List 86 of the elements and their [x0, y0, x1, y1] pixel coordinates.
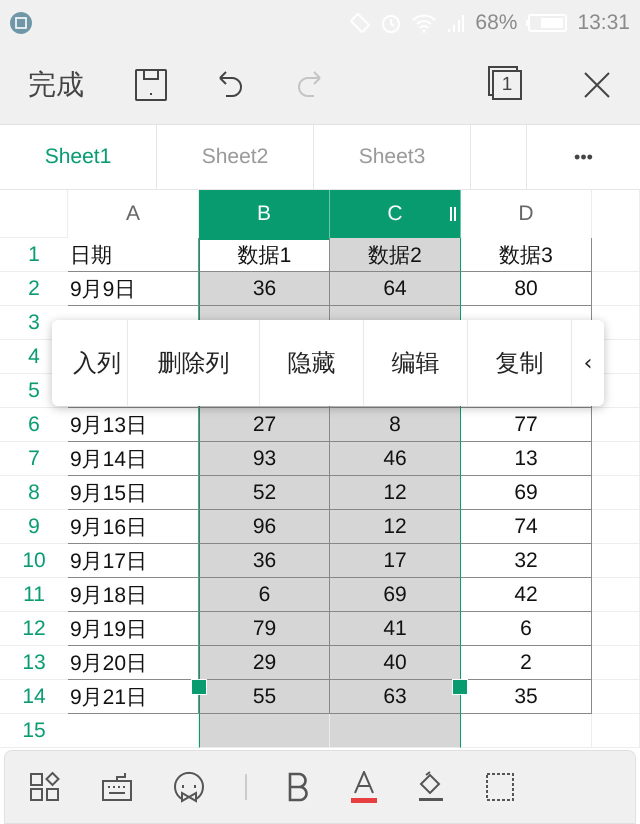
done-button[interactable]: 完成	[28, 66, 84, 104]
menu-item[interactable]: 复制	[468, 320, 572, 406]
table-cell: 74	[461, 510, 592, 544]
table-cell: 36	[199, 544, 330, 578]
table-cell	[592, 408, 640, 442]
save-icon[interactable]	[134, 68, 168, 102]
column-header[interactable]: B	[199, 190, 330, 238]
table-cell: 69	[461, 476, 592, 510]
more-button[interactable]: •••	[527, 125, 640, 189]
row-number[interactable]: 2	[0, 272, 68, 306]
table-cell: 29	[199, 646, 330, 680]
corner-cell[interactable]	[0, 190, 68, 238]
table-cell: 64	[330, 272, 461, 306]
table-cell: 63	[330, 680, 461, 714]
table-cell	[592, 612, 640, 646]
menu-item[interactable]: 删除列	[128, 320, 260, 406]
menu-item[interactable]: 入列	[52, 320, 128, 406]
close-icon[interactable]	[582, 70, 612, 100]
row-number[interactable]: 10	[0, 544, 68, 578]
table-cell: 17	[330, 544, 461, 578]
table-cell: 41	[330, 612, 461, 646]
apps-icon[interactable]	[29, 771, 61, 803]
table-cell: 69	[330, 578, 461, 612]
table-cell: 40	[330, 646, 461, 680]
table-cell	[592, 578, 640, 612]
table-cell: 32	[461, 544, 592, 578]
table-cell	[592, 476, 640, 510]
table-cell: 52	[199, 476, 330, 510]
table-cell: 77	[461, 408, 592, 442]
sheet-tab[interactable]: Sheet3	[314, 125, 471, 189]
table-cell: 80	[461, 272, 592, 306]
column-header[interactable]: D	[461, 190, 592, 238]
row-number[interactable]: 15	[0, 714, 68, 748]
bowtie-face-icon[interactable]	[173, 771, 205, 803]
table-cell	[592, 272, 640, 306]
row-number[interactable]: 13	[0, 646, 68, 680]
sheet-tab[interactable]: Sheet2	[157, 125, 314, 189]
table-cell	[592, 442, 640, 476]
table-cell	[592, 510, 640, 544]
table-cell	[592, 646, 640, 680]
table-cell: 36	[199, 272, 330, 306]
table-cell	[592, 238, 640, 272]
selection-handle[interactable]	[452, 679, 468, 695]
row-number[interactable]: 11	[0, 578, 68, 612]
table-cell: 93	[199, 442, 330, 476]
resize-handle-icon[interactable]	[450, 207, 456, 221]
menu-item[interactable]: 隐藏	[260, 320, 364, 406]
table-cell: 数据2	[330, 238, 461, 272]
row-number[interactable]: 8	[0, 476, 68, 510]
battery-percent: 68%	[475, 10, 518, 34]
column-header[interactable]: C	[330, 190, 461, 238]
font-color-icon[interactable]	[351, 771, 377, 803]
table-cell: 8	[330, 408, 461, 442]
table-cell: 6	[461, 612, 592, 646]
row-number[interactable]: 6	[0, 408, 68, 442]
table-cell: 27	[199, 408, 330, 442]
row-number[interactable]: 14	[0, 680, 68, 714]
table-cell	[592, 714, 640, 748]
selection-handle[interactable]	[191, 679, 207, 695]
table-cell: 数据1	[199, 238, 330, 272]
bold-icon[interactable]	[287, 772, 311, 802]
keyboard-icon[interactable]	[101, 771, 133, 803]
row-number[interactable]: 9	[0, 510, 68, 544]
table-cell	[592, 680, 640, 714]
borders-icon[interactable]	[485, 772, 515, 802]
clock: 13:31	[577, 10, 630, 34]
table-cell: 12	[330, 476, 461, 510]
screenshot-app-icon	[10, 12, 32, 34]
row-number[interactable]: 7	[0, 442, 68, 476]
row-number[interactable]: 1	[0, 238, 68, 272]
table-cell: 数据3	[461, 238, 592, 272]
table-cell: 6	[199, 578, 330, 612]
table-cell: 46	[330, 442, 461, 476]
table-cell: 12	[330, 510, 461, 544]
menu-item[interactable]: ‹	[572, 320, 604, 406]
table-cell: 79	[199, 612, 330, 646]
table-cell: 13	[461, 442, 592, 476]
fill-color-icon[interactable]	[417, 771, 445, 803]
table-cell: 55	[199, 680, 330, 714]
table-cell: 2	[461, 646, 592, 680]
table-cell: 42	[461, 578, 592, 612]
sheet-tab[interactable]: Sheet1	[0, 125, 157, 189]
table-cell: 96	[199, 510, 330, 544]
row-number[interactable]: 12	[0, 612, 68, 646]
menu-item[interactable]: 编辑	[364, 320, 468, 406]
table-cell	[592, 544, 640, 578]
